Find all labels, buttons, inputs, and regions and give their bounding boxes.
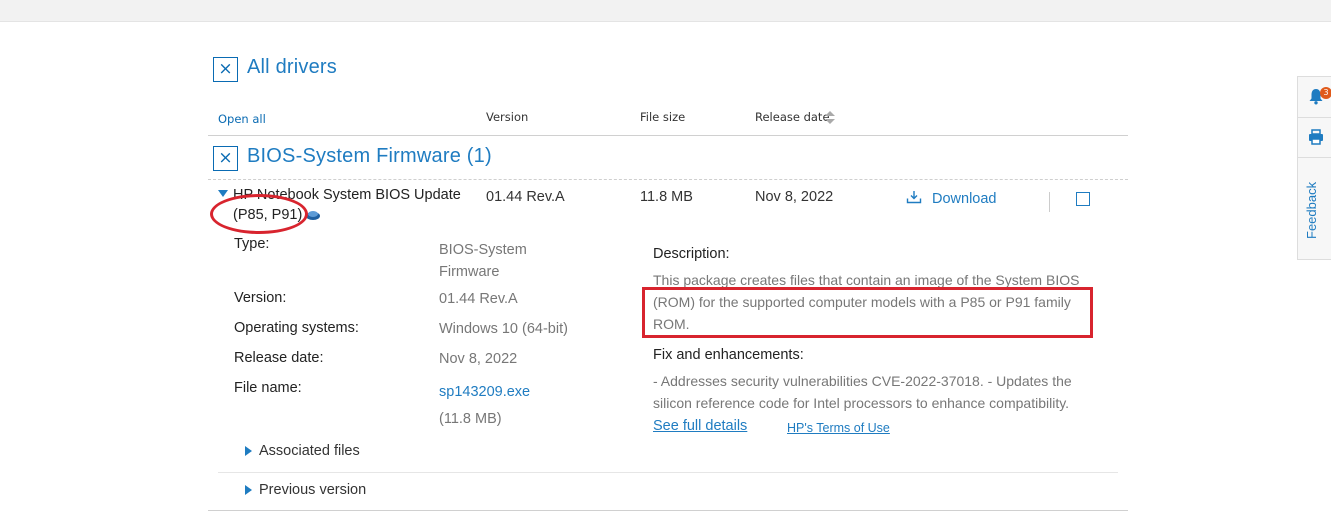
driver-name-line2: (P85, P91) — [233, 207, 303, 223]
download-button[interactable]: Download — [906, 188, 997, 210]
description-text: This package creates files that contain … — [653, 269, 1093, 335]
all-drivers-title: All drivers — [247, 56, 337, 78]
associated-files-toggle[interactable]: Associated files — [259, 443, 360, 459]
os-label: Operating systems: — [234, 320, 359, 336]
header-divider — [208, 135, 1128, 136]
caret-right-icon[interactable] — [245, 485, 252, 495]
open-all-link[interactable]: Open all — [218, 112, 266, 126]
feedback-tab[interactable]: Feedback — [1304, 182, 1319, 239]
type-value-line2: Firmware — [439, 264, 500, 280]
file-name-label: File name: — [234, 380, 302, 396]
description-label: Description: — [653, 246, 730, 262]
fixes-line2: silicon reference code for Intel process… — [653, 395, 1070, 411]
os-value: Windows 10 (64-bit) — [439, 321, 568, 337]
previous-version-toggle[interactable]: Previous version — [259, 482, 366, 498]
caret-down-icon[interactable] — [218, 190, 228, 197]
version-value: 01.44 Rev.A — [439, 291, 518, 307]
collapse-category-button[interactable]: × — [213, 146, 238, 171]
vertical-divider — [1049, 192, 1050, 212]
download-label: Download — [932, 191, 997, 207]
description-line3: ROM. — [653, 316, 690, 332]
type-value-line1: BIOS-System — [439, 242, 527, 258]
driver-version: 01.44 Rev.A — [486, 189, 565, 205]
side-panel: 3 Feedback — [1297, 76, 1331, 260]
column-header-file-size: File size — [640, 110, 686, 124]
version-label: Version: — [234, 290, 287, 306]
side-panel-divider — [1298, 117, 1331, 118]
collapse-all-button[interactable]: × — [213, 57, 238, 82]
category-divider — [208, 179, 1128, 180]
column-header-release-date[interactable]: Release date — [755, 110, 830, 124]
type-label: Type: — [234, 236, 270, 252]
fixes-label: Fix and enhancements: — [653, 347, 804, 363]
fixes-text: - Addresses security vulnerabilities CVE… — [653, 370, 1093, 414]
fixes-line1: - Addresses security vulnerabilities CVE… — [653, 373, 1072, 389]
type-value: BIOS-System Firmware — [439, 239, 527, 283]
description-line2: (ROM) for the supported computer models … — [653, 294, 1071, 310]
terms-of-use-link[interactable]: HP's Terms of Use — [787, 421, 890, 435]
notification-badge: 3 — [1320, 87, 1331, 99]
driver-file-size: 11.8 MB — [640, 189, 693, 205]
column-header-version: Version — [486, 110, 529, 124]
side-panel-divider — [1298, 157, 1331, 158]
select-checkbox[interactable] — [1076, 192, 1090, 206]
description-line1: This package creates files that contain … — [653, 272, 1080, 288]
release-date-label: Release date: — [234, 350, 324, 366]
driver-info-icon — [305, 207, 321, 220]
driver-release-date: Nov 8, 2022 — [755, 189, 834, 205]
driver-name[interactable]: HP Notebook System BIOS Update (P85, P91… — [233, 185, 473, 225]
category-title: BIOS-System Firmware (1) — [247, 145, 492, 167]
close-icon: × — [218, 148, 233, 168]
release-date-value: Nov 8, 2022 — [439, 351, 518, 367]
expander-divider — [218, 472, 1118, 473]
file-name-link[interactable]: sp143209.exe — [439, 381, 530, 403]
close-icon: × — [218, 59, 233, 79]
download-icon — [906, 190, 932, 208]
top-bar — [0, 0, 1331, 22]
file-size-value: (11.8 MB) — [439, 411, 502, 427]
print-icon[interactable] — [1307, 128, 1325, 150]
see-full-details-link[interactable]: See full details — [653, 418, 747, 434]
caret-right-icon[interactable] — [245, 446, 252, 456]
sort-icon[interactable] — [824, 111, 836, 125]
bottom-divider — [208, 510, 1128, 511]
driver-name-line1: HP Notebook System BIOS Update — [233, 187, 461, 203]
